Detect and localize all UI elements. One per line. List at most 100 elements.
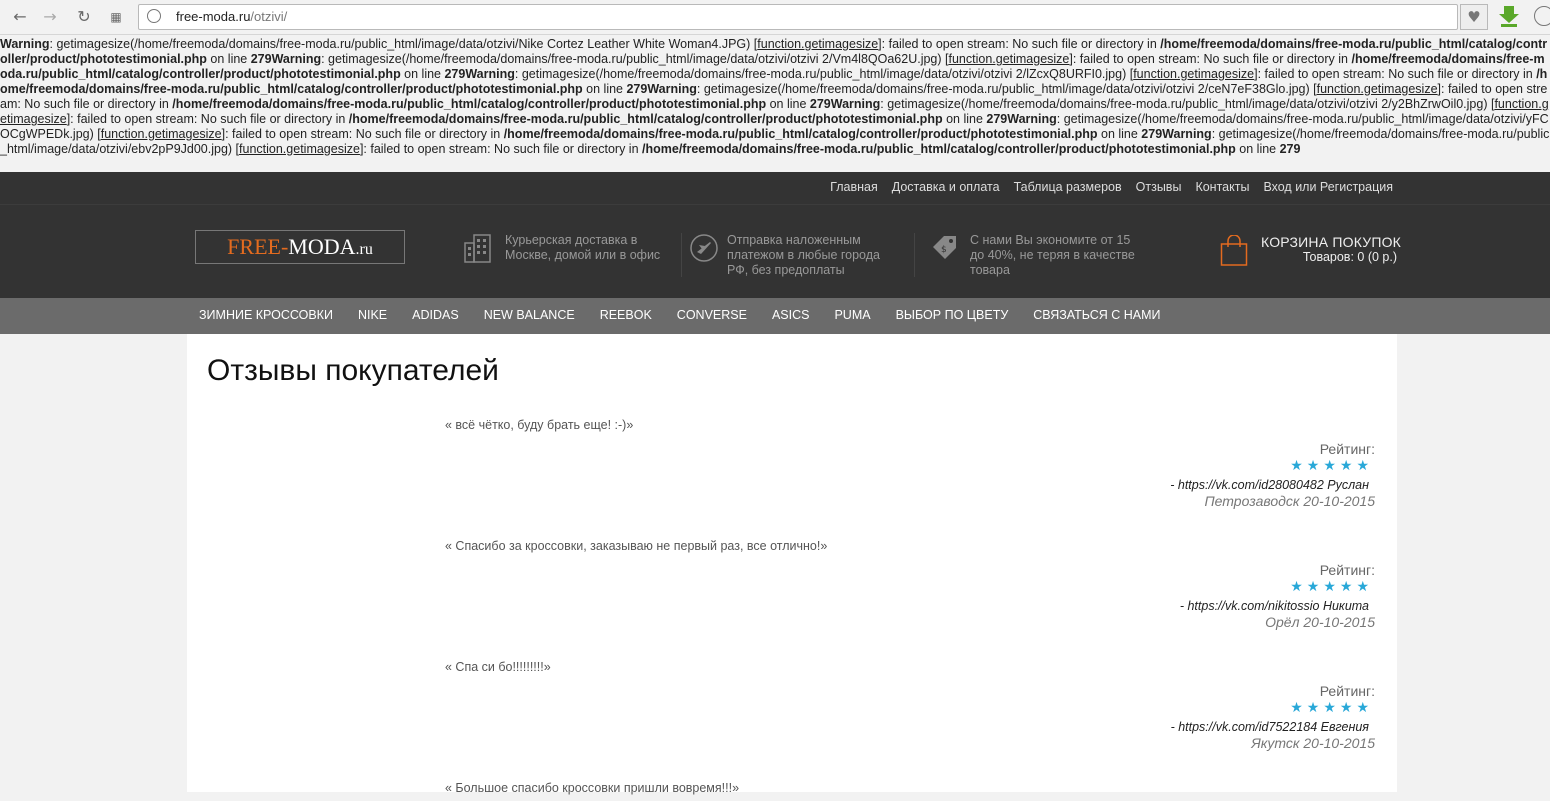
warning-text: on line: [1097, 127, 1142, 141]
category-reebok[interactable]: REEBOK: [600, 308, 652, 322]
category-contact-us[interactable]: СВЯЗАТЬСЯ С НАМИ: [1033, 308, 1160, 322]
warning-function-link[interactable]: function.getimagesize: [101, 127, 222, 141]
warning-text: ]: failed to open stream: No such file o…: [1254, 67, 1537, 81]
download-arrow-icon[interactable]: [1498, 5, 1520, 27]
review-city-date: Петрозаводск 20-10-2015: [1204, 493, 1375, 509]
apps-grid-icon[interactable]: ▦: [106, 7, 126, 27]
warning-text: on line: [942, 112, 987, 126]
warning-text: : getimagesize(/home/freemoda/domains/fr…: [514, 67, 1134, 81]
star-icon: ★: [1306, 458, 1320, 474]
rating-stars: ★ ★ ★ ★ ★: [1290, 458, 1369, 474]
category-adidas[interactable]: ADIDAS: [412, 308, 459, 322]
review-item: « Большое спасибо кроссовки пришли вовре…: [445, 781, 1375, 801]
reload-icon[interactable]: ↻: [74, 7, 94, 27]
warning-label: Warning: [830, 97, 881, 111]
topnav-link-login[interactable]: Вход или Регистрация: [1263, 180, 1393, 194]
warning-function-link[interactable]: function.getimagesize: [757, 37, 878, 51]
back-arrow-icon[interactable]: ←: [10, 7, 30, 27]
warning-text: on line: [582, 82, 627, 96]
warning-path: /home/freemoda/domains/free-moda.ru/publ…: [503, 127, 1098, 141]
warning-function-link[interactable]: function.getimagesize: [1317, 82, 1438, 96]
category-nike[interactable]: NIKE: [358, 308, 387, 322]
price-tag-icon: $: [933, 236, 956, 259]
review-city-date: Орёл 20-10-2015: [1265, 614, 1375, 630]
topnav-link-sizes[interactable]: Таблица размеров: [1014, 180, 1122, 194]
star-icon: ★: [1306, 579, 1320, 595]
category-by-color[interactable]: ВЫБОР ПО ЦВЕТУ: [896, 308, 1009, 322]
warning-text: on line: [206, 52, 251, 66]
warning-text: ]: failed to open stream: No such file o…: [66, 112, 349, 126]
topnav-link-delivery[interactable]: Доставка и оплата: [892, 180, 1000, 194]
cart-count[interactable]: Товаров: 0 (0 р.): [1303, 250, 1397, 264]
plane-icon: [690, 234, 718, 262]
review-item: « всё чётко, буду брать еще! :-)» Рейтин…: [445, 418, 1375, 518]
site-header: FREE-MODA.ru Курьерская доставка в Москв…: [0, 204, 1550, 298]
star-icon: ★: [1323, 700, 1336, 716]
feature-divider: [914, 233, 915, 277]
php-warnings: Warning: getimagesize(/home/freemoda/dom…: [0, 37, 1550, 171]
star-icon: ★: [1339, 579, 1353, 595]
topnav-link-contacts[interactable]: Контакты: [1195, 180, 1249, 194]
address-bar[interactable]: free-moda.ru/otzivi/: [138, 4, 1458, 30]
topnav-link-home[interactable]: Главная: [830, 180, 878, 194]
shopping-bag-icon[interactable]: [1220, 235, 1248, 267]
warning-text: ]: failed to open stream: No such file o…: [359, 142, 643, 156]
rating-label: Рейтинг:: [1319, 562, 1375, 578]
warning-label: Warning: [647, 82, 697, 96]
star-icon: ★: [1356, 579, 1369, 595]
warning-text: : getimagesize(/home/freemoda/domains/fr…: [49, 37, 758, 51]
rating-stars: ★ ★ ★ ★ ★: [1290, 579, 1369, 595]
feature-courier-text: Курьерская доставка в Москве, домой или …: [505, 233, 661, 262]
rating-label: Рейтинг:: [1319, 441, 1375, 457]
star-icon: ★: [1356, 700, 1369, 716]
star-icon: ★: [1356, 458, 1369, 474]
warning-line-number: 279: [250, 52, 272, 66]
warning-text: ]: failed to open stream: No such file o…: [1069, 52, 1352, 66]
forward-arrow-icon[interactable]: →: [40, 7, 60, 27]
warning-path: /home/freemoda/domains/free-moda.ru/publ…: [348, 112, 943, 126]
warning-function-link[interactable]: function.getimagesize: [239, 142, 360, 156]
star-icon: ★: [1290, 700, 1303, 716]
feature-cod-text: Отправка наложенным платежом в любые гор…: [727, 233, 880, 277]
feature-savings-text: С нами Вы экономите от 15 до 40%, не тер…: [970, 233, 1135, 277]
warning-text: on line: [766, 97, 810, 111]
category-winter-sneakers[interactable]: ЗИМНИЕ КРОССОВКИ: [199, 308, 333, 322]
review-item: « Спасибо за кроссовки, заказываю не пер…: [445, 539, 1375, 639]
warning-function-link[interactable]: function.getimagesize: [1133, 67, 1254, 81]
warning-text: : getimagesize(/home/freemoda/domains/fr…: [321, 52, 949, 66]
warning-label: Warning: [0, 37, 50, 51]
warning-text: ]: failed to open stream: No such file o…: [878, 37, 1161, 51]
warning-path: /home/freemoda/domains/free-moda.ru/publ…: [172, 97, 767, 111]
category-new-balance[interactable]: NEW BALANCE: [484, 308, 575, 322]
main-content: Отзывы покупателей « всё чётко, буду бра…: [187, 334, 1397, 795]
warning-line-number: 279: [1279, 142, 1301, 156]
warning-label: Warning: [1162, 127, 1212, 141]
review-city-date: Якутск 20-10-2015: [1251, 735, 1375, 751]
category-puma[interactable]: PUMA: [834, 308, 870, 322]
topnav-link-reviews[interactable]: Отзывы: [1136, 180, 1182, 194]
warning-line-number: 279: [626, 82, 648, 96]
feature-divider: [681, 233, 682, 277]
star-icon: ★: [1290, 458, 1303, 474]
rating-label: Рейтинг:: [1319, 683, 1375, 699]
star-icon: ★: [1323, 579, 1336, 595]
warning-line-number: 279: [444, 67, 466, 81]
star-icon: ★: [1290, 579, 1303, 595]
category-asics[interactable]: ASICS: [772, 308, 810, 322]
heart-icon[interactable]: ♥: [1460, 4, 1488, 30]
extension-icon[interactable]: [1534, 6, 1550, 26]
review-author: - https://vk.com/id7522184 Евгения: [1170, 720, 1369, 734]
warning-label: Warning: [271, 52, 322, 66]
warning-text: : getimagesize(/home/freemoda/domains/fr…: [880, 97, 1495, 111]
site-logo[interactable]: FREE-MODA.ru: [195, 230, 405, 264]
site-info-icon[interactable]: [147, 9, 161, 23]
cart-title[interactable]: КОРЗИНА ПОКУПОК: [1261, 234, 1401, 250]
category-converse[interactable]: CONVERSE: [677, 308, 747, 322]
category-nav: ЗИМНИЕ КРОССОВКИ NIKE ADIDAS NEW BALANCE…: [0, 298, 1550, 334]
rating-stars: ★ ★ ★ ★ ★: [1290, 700, 1369, 716]
warning-text: : getimagesize(/home/freemoda/domains/fr…: [696, 82, 1317, 96]
star-icon: ★: [1323, 458, 1336, 474]
warning-line-number: 279: [809, 97, 831, 111]
warning-function-link[interactable]: function.getimagesize: [948, 52, 1069, 66]
review-item: « Спа си бо!!!!!!!!!» Рейтинг: ★ ★ ★ ★ ★ - h…: [445, 660, 1375, 760]
